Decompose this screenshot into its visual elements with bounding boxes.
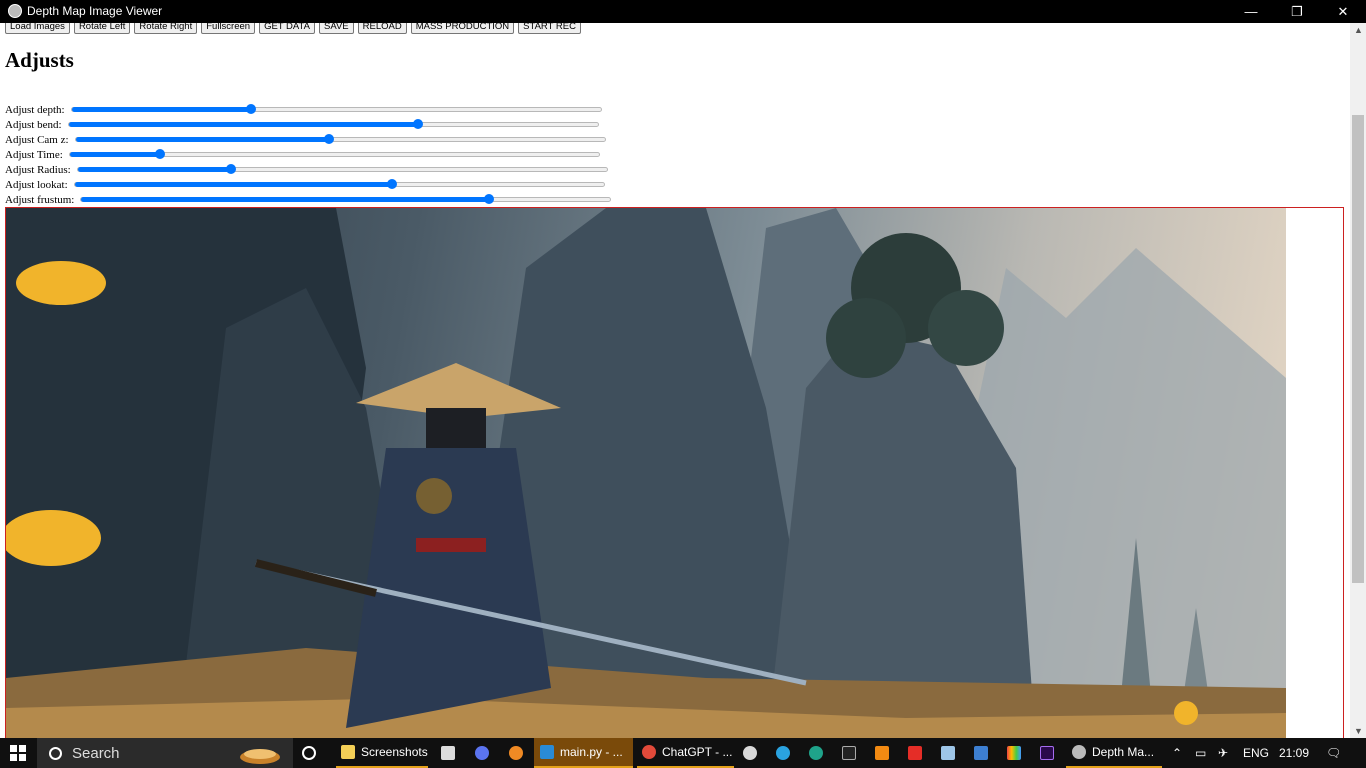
slider-label: Adjust Time: [5, 148, 63, 161]
slider-thumb[interactable] [226, 164, 237, 174]
chrome-icon [642, 745, 656, 759]
cam-z-slider[interactable] [74, 134, 606, 144]
color-app-icon[interactable] [1007, 738, 1021, 768]
airplane-mode-icon[interactable]: ✈ [1218, 746, 1228, 760]
time-slider[interactable] [68, 149, 600, 159]
taskbar-item-depth-map[interactable]: Depth Ma... [1066, 738, 1162, 768]
slider-thumb[interactable] [412, 119, 423, 129]
maximize-button[interactable]: ❐ [1274, 0, 1320, 23]
slider-thumb[interactable] [387, 179, 398, 189]
window-title-bar: Depth Map Image Viewer — ❐ ✕ [0, 0, 1366, 23]
app-icon [1072, 745, 1086, 759]
scene-image [6, 208, 1286, 738]
taskbar-item-chrome[interactable]: ChatGPT - ... [637, 738, 734, 768]
start-rec-button[interactable]: START REC [518, 23, 581, 34]
pie-icon [240, 749, 280, 764]
get-data-button[interactable]: GET DATA [259, 23, 315, 34]
slider-label: Adjust Radius: [5, 163, 71, 176]
slider-depth: Adjust depth: [5, 102, 602, 117]
reload-button[interactable]: RELOAD [357, 23, 407, 34]
save-button[interactable]: SAVE [319, 23, 354, 34]
language-indicator[interactable]: ENG [1243, 746, 1269, 760]
news-icon[interactable] [974, 738, 988, 768]
close-button[interactable]: ✕ [1320, 0, 1366, 23]
slider-cam-z: Adjust Cam z: [5, 132, 606, 147]
window-title: Depth Map Image Viewer [27, 4, 163, 18]
load-images-button[interactable]: Load Images [5, 23, 70, 34]
taskbar-item-screenshots[interactable]: Screenshots [336, 738, 428, 768]
pycharm-icon[interactable] [842, 738, 856, 768]
youtube-icon[interactable] [908, 738, 922, 768]
notepad-icon[interactable] [941, 738, 955, 768]
slider-lookat: Adjust lookat: [5, 177, 605, 192]
slider-thumb[interactable] [483, 194, 494, 204]
folder-icon [341, 745, 355, 759]
slider-time: Adjust Time: [5, 147, 600, 162]
adjusts-heading: Adjusts [5, 48, 74, 72]
scroll-down-icon[interactable]: ▼ [1354, 726, 1363, 736]
store-icon[interactable] [441, 738, 455, 768]
taskbar: Search Screenshots main.py - ... ChatGPT… [0, 738, 1366, 768]
radius-slider[interactable] [76, 164, 608, 174]
vertical-scrollbar[interactable]: ▲ ▼ [1350, 23, 1366, 738]
taskbar-search[interactable]: Search [37, 738, 293, 768]
slider-label: Adjust depth: [5, 103, 65, 116]
whatsapp-icon[interactable] [743, 738, 757, 768]
toolbar: Load Images Rotate Left Rotate Right Ful… [5, 23, 581, 34]
slider-label: Adjust lookat: [5, 178, 68, 191]
battery-icon[interactable]: ▭ [1195, 746, 1206, 760]
slider-thumb[interactable] [246, 104, 257, 114]
fullscreen-button[interactable]: Fullscreen [201, 23, 256, 34]
slider-thumb[interactable] [324, 134, 335, 144]
scrollbar-thumb[interactable] [1352, 115, 1364, 583]
slider-label: Adjust bend: [5, 118, 62, 131]
clock[interactable]: 21:09 [1279, 746, 1309, 760]
depth-slider[interactable] [70, 104, 602, 114]
bend-slider[interactable] [67, 119, 599, 129]
copilot-icon[interactable] [475, 738, 489, 768]
windows-start-icon[interactable] [10, 745, 26, 761]
vscode-icon [540, 745, 554, 759]
samurai-landscape-illustration [6, 208, 1286, 738]
slider-label: Adjust frustum: [5, 193, 75, 206]
slider-radius: Adjust Radius: [5, 162, 608, 177]
mass-production-button[interactable]: MASS PRODUCTION [410, 23, 515, 34]
app-icon [8, 4, 22, 18]
lookat-slider[interactable] [73, 179, 605, 189]
cortana-icon[interactable] [302, 738, 316, 768]
edge-icon[interactable] [809, 738, 823, 768]
telegram-icon[interactable] [776, 738, 790, 768]
blender-icon[interactable] [509, 738, 523, 768]
search-icon [49, 746, 62, 760]
depth-canvas[interactable] [5, 207, 1344, 738]
taskbar-item-vscode[interactable]: main.py - ... [534, 738, 633, 768]
chevron-up-icon[interactable]: ⌃ [1172, 746, 1182, 760]
premiere-icon[interactable] [1040, 738, 1054, 768]
slider-label: Adjust Cam z: [5, 133, 69, 146]
scroll-up-icon[interactable]: ▲ [1354, 25, 1363, 35]
rotate-left-button[interactable]: Rotate Left [73, 23, 131, 34]
vlc-icon[interactable] [875, 738, 889, 768]
frustum-slider[interactable] [80, 194, 612, 204]
minimize-button[interactable]: — [1228, 0, 1274, 23]
slider-thumb[interactable] [154, 149, 165, 159]
notification-icon[interactable]: 🗨 [1326, 746, 1341, 760]
rotate-right-button[interactable]: Rotate Right [134, 23, 198, 34]
viewer-page: Load Images Rotate Left Rotate Right Ful… [0, 23, 1350, 738]
slider-bend: Adjust bend: [5, 117, 599, 132]
slider-frustum: Adjust frustum: [5, 192, 612, 207]
search-placeholder: Search [72, 744, 120, 762]
